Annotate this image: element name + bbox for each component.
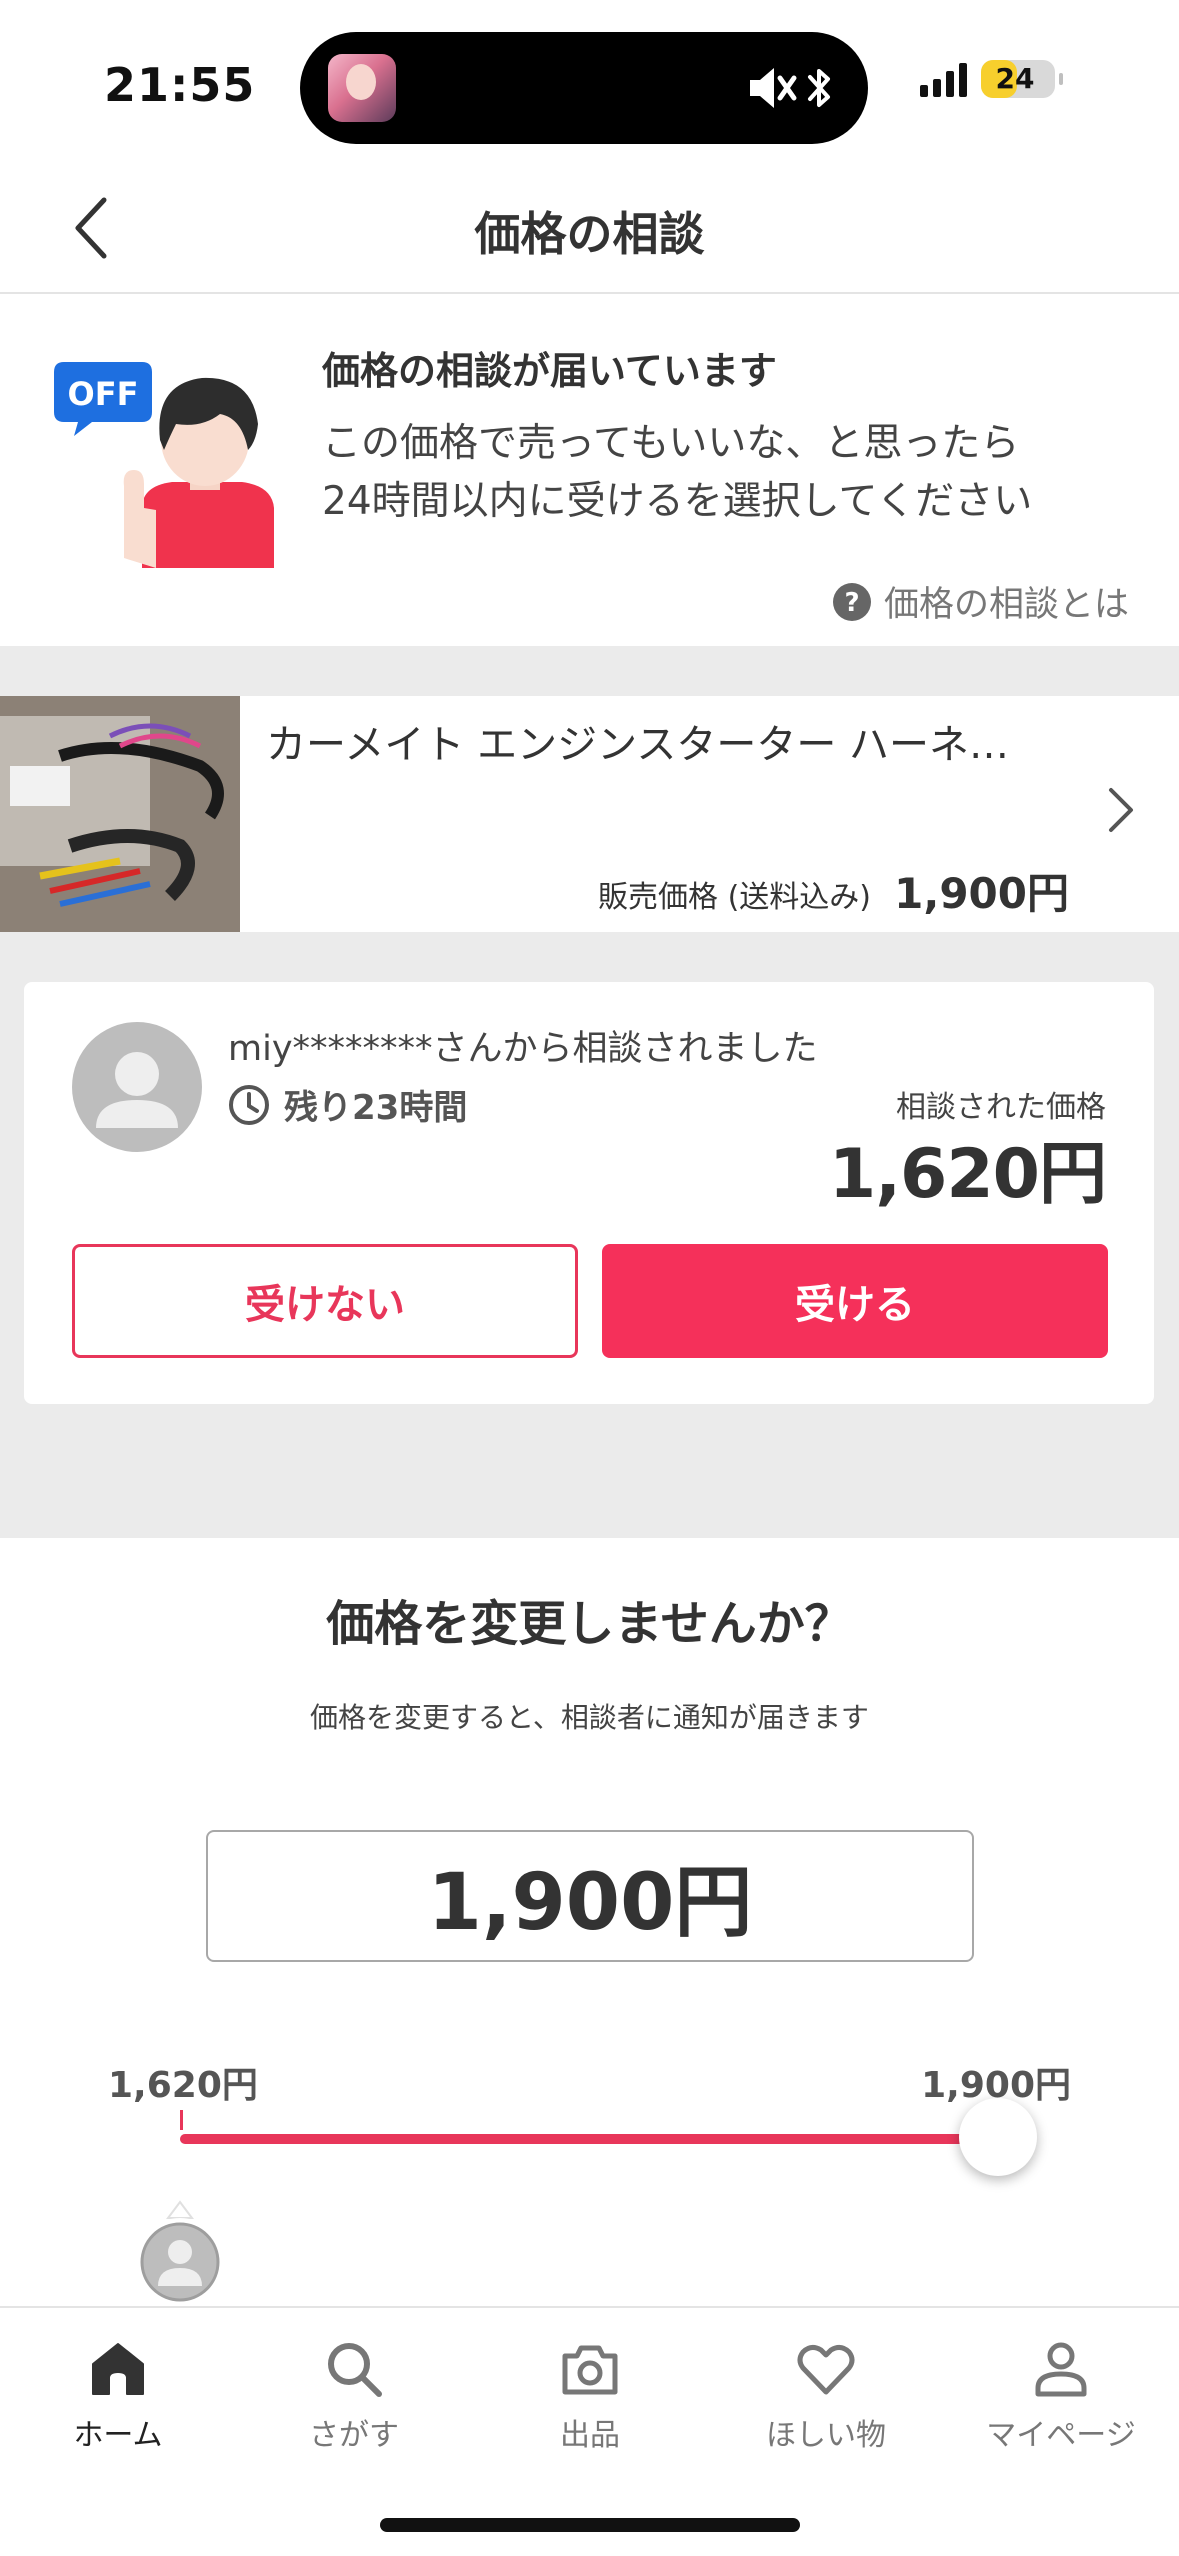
product-price-label: 販売価格 (送料込み) [598, 880, 871, 915]
tab-mypage-label: マイページ [986, 2418, 1136, 2453]
heart-icon [797, 2344, 855, 2395]
offer-time-remaining: 残り23時間 [228, 1080, 467, 1129]
default-avatar-icon [96, 1052, 178, 1128]
notice-line-2: 24時間以内に受けるを選択してください [322, 479, 1033, 524]
offered-price-marker [136, 2200, 224, 2306]
status-time: 21:55 [104, 58, 256, 112]
accept-button[interactable]: 受ける [602, 1244, 1108, 1358]
offer-card: miy********さんから相談されました 残り23時間 相談された価格 1,… [24, 982, 1154, 1404]
svg-text:?: ? [844, 588, 859, 618]
slider-min-tick [180, 2110, 183, 2130]
slider-min-label: 1,620円 [108, 2065, 258, 2106]
clock-icon [229, 1084, 269, 1125]
price-slider[interactable] [180, 2134, 998, 2144]
tab-home[interactable]: ホーム [0, 2328, 236, 2478]
product-name: カーメイト エンジンスターター ハーネ… [266, 722, 1010, 768]
tab-mypage[interactable]: マイページ [943, 2328, 1179, 2478]
tab-wishlist[interactable]: ほしい物 [708, 2328, 944, 2478]
discount-person-illustration: OFF [54, 362, 274, 568]
home-icon [92, 2343, 144, 2395]
status-bar: 21:55 24 [0, 0, 1179, 160]
person-icon [1035, 2342, 1087, 2397]
battery-icon: 24 [981, 60, 1063, 98]
mute-icon [750, 68, 797, 108]
nav-bar: 価格の相談 [0, 160, 1179, 294]
product-row[interactable]: カーメイト エンジンスターター ハーネ… 販売価格 (送料込み) 1,900円 [0, 696, 1179, 932]
help-link-label: 価格の相談とは [883, 585, 1129, 625]
product-thumbnail [0, 696, 240, 932]
change-price-title: 価格を変更しませんか？ [326, 1596, 853, 1652]
now-playing-thumbnail [328, 54, 396, 122]
offer-notice: OFF 価格の相談が届いています この価格で売ってもいいな、と思ったら 24時間… [0, 296, 1179, 646]
slider-handle[interactable] [959, 2098, 1037, 2176]
battery-tip [1059, 73, 1063, 85]
status-indicators: 24 [920, 60, 1063, 98]
offered-price: 1,620円 [828, 1135, 1107, 1214]
search-icon [328, 2343, 382, 2397]
home-indicator[interactable] [380, 2518, 800, 2532]
decline-button[interactable]: 受けない [72, 1244, 578, 1358]
remaining-time-label: 残り23時間 [284, 1088, 468, 1128]
tab-home-label: ホーム [73, 2418, 163, 2453]
tab-sell-label: 出品 [560, 2418, 620, 2453]
island-audio-status [746, 58, 834, 118]
page-title: 価格の相談 [474, 207, 705, 261]
offer-requester: miy********さんから相談されました [228, 1029, 818, 1069]
slider-fill [180, 2134, 998, 2144]
notice-line-1: この価格で売ってもいいな、と思ったら [322, 421, 1020, 466]
chevron-right-icon [1109, 788, 1133, 832]
off-badge: OFF [68, 375, 139, 413]
change-price-subtitle: 価格を変更すると、相談者に通知が届きます [310, 1701, 869, 1734]
question-circle-icon: ? [832, 582, 871, 621]
bluetooth-icon [808, 69, 830, 107]
tab-search[interactable]: さがす [236, 2328, 472, 2478]
price-input[interactable] [206, 1830, 974, 1962]
tab-search-label: さがす [309, 2418, 399, 2453]
notice-title: 価格の相談が届いています [322, 349, 777, 393]
tab-wishlist-label: ほしい物 [766, 2418, 886, 2453]
signal-icon [920, 61, 967, 97]
dynamic-island[interactable] [300, 32, 868, 144]
camera-icon [562, 2345, 618, 2395]
tab-sell[interactable]: 出品 [472, 2328, 708, 2478]
battery-level: 24 [995, 62, 1035, 95]
avatar [72, 1022, 202, 1152]
product-price: 1,900円 [894, 869, 1069, 918]
help-link[interactable]: ? 価格の相談とは [832, 576, 1129, 627]
